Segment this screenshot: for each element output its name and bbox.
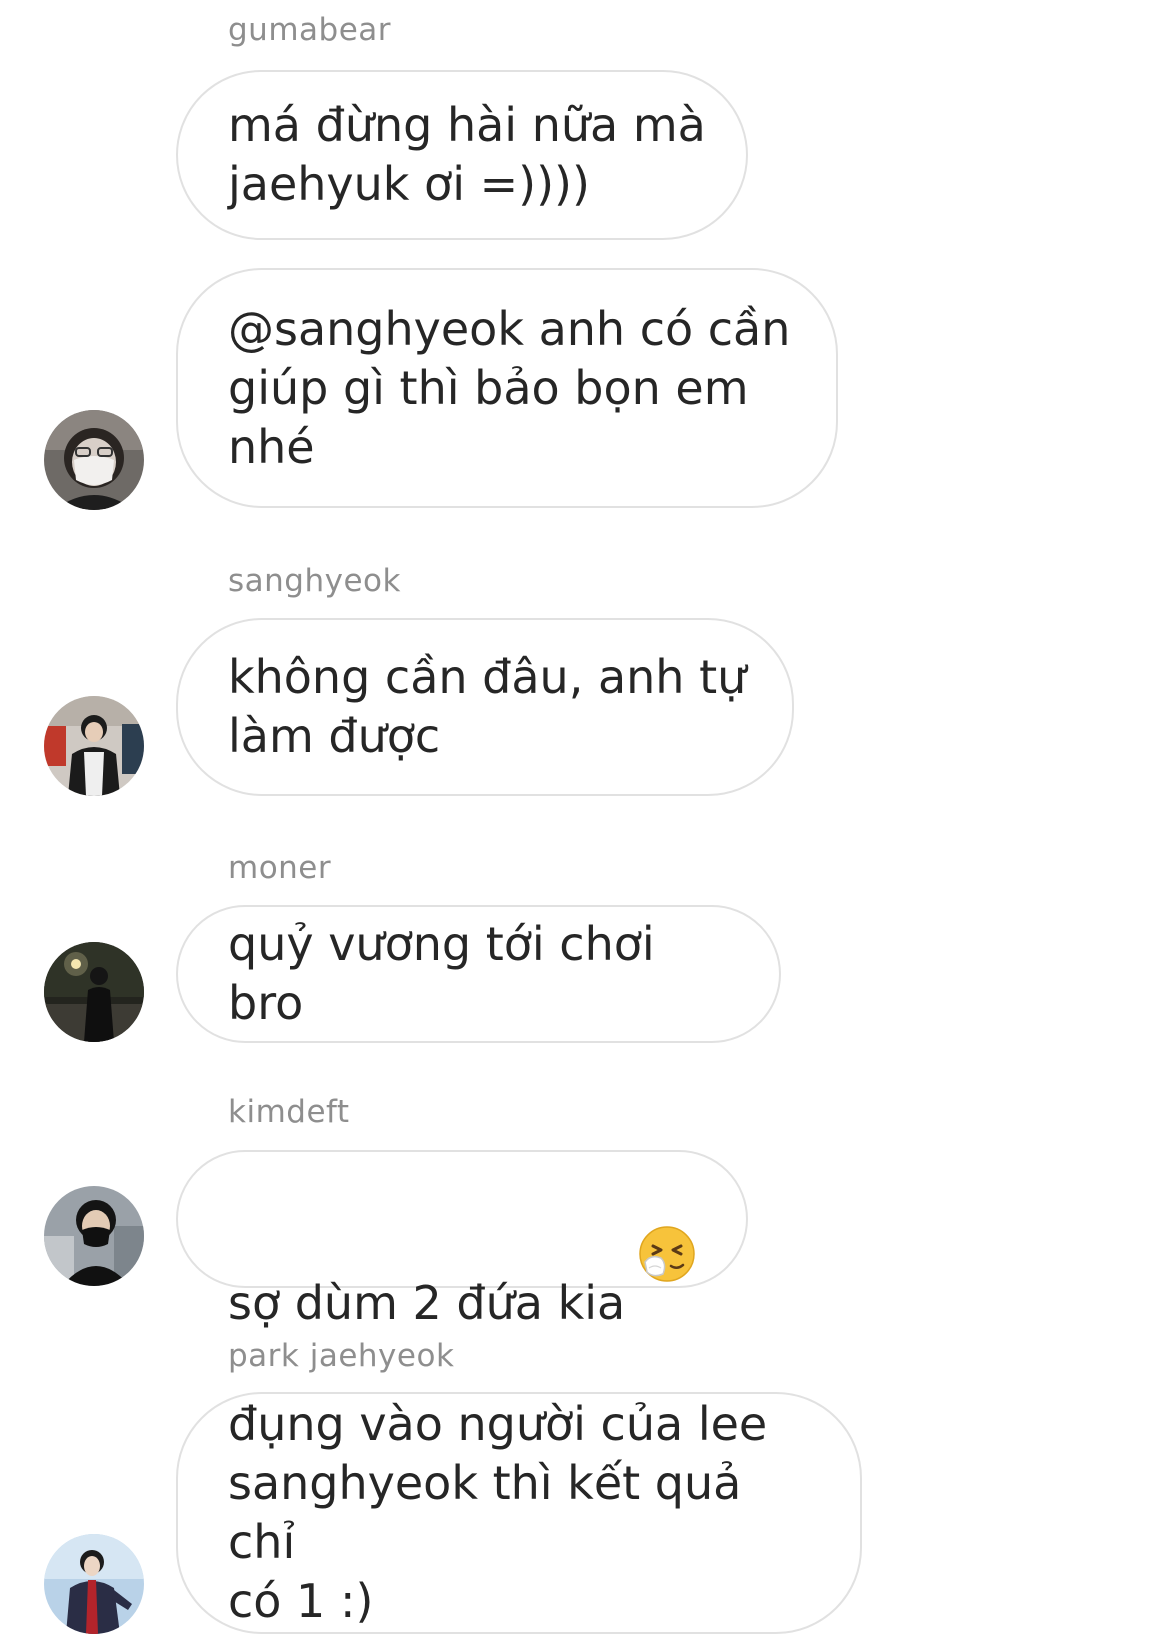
message-bubble[interactable]: quỷ vương tới chơi bro — [176, 905, 781, 1043]
message-text-content: sợ dùm 2 đứa kia — [228, 1275, 626, 1330]
message-text: đụng vào người của lee sanghyeok thì kết… — [228, 1397, 768, 1628]
message-bubble[interactable]: má đừng hài nữa mà jaehyuk ơi =)))) — [176, 70, 748, 240]
message-text: quỷ vương tới chơi bro — [228, 917, 655, 1030]
sender-name: park jaehyeok — [228, 1338, 455, 1374]
sender-name: moner — [228, 850, 332, 886]
avatar-puffer-jacket-icon[interactable] — [44, 696, 144, 796]
message-bubble[interactable]: sợ dùm 2 đứa kia — [176, 1150, 748, 1330]
sender-name: sanghyeok — [228, 563, 401, 599]
avatar-black-mask-icon[interactable] — [44, 1186, 144, 1286]
message-text: @sanghyeok anh có cần giúp gì thì bảo bọ… — [228, 301, 791, 474]
message-text: sợ dùm 2 đứa kia — [228, 1106, 697, 1333]
message-bubble[interactable]: không cần đâu, anh tự làm được — [176, 618, 794, 796]
sneezing-face-icon — [637, 1165, 697, 1282]
message-text: má đừng hài nữa mà jaehyuk ơi =)))) — [228, 98, 706, 211]
avatar-tracksuit-icon[interactable] — [44, 1534, 144, 1634]
message-text: không cần đâu, anh tự làm được — [228, 650, 747, 763]
message-bubble[interactable]: đụng vào người của lee sanghyeok thì kết… — [176, 1392, 862, 1634]
avatar-masked-icon[interactable] — [44, 410, 144, 510]
sender-name: gumabear — [228, 12, 392, 48]
message-bubble[interactable]: @sanghyeok anh có cần giúp gì thì bảo bọ… — [176, 268, 838, 508]
avatar-night-icon[interactable] — [44, 942, 144, 1042]
